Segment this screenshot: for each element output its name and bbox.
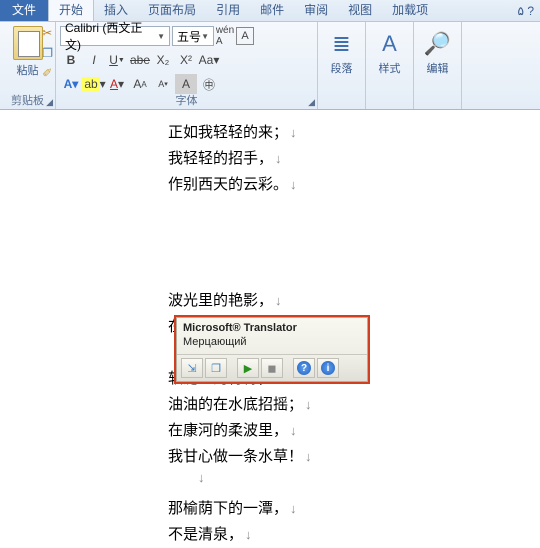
styles-button[interactable]: А 样式 bbox=[370, 24, 409, 76]
font-color-button[interactable]: A▾ bbox=[106, 74, 128, 94]
superscript-button[interactable]: X² bbox=[175, 50, 197, 70]
tab-insert[interactable]: 插入 bbox=[94, 0, 138, 21]
translator-help-button[interactable]: ? bbox=[293, 358, 315, 378]
text-line[interactable]: 作别西天的云彩。↓ bbox=[168, 172, 540, 198]
text-line[interactable]: 在康河的柔波里，↓ bbox=[168, 418, 540, 444]
paragraph-mark-icon: ↓ bbox=[290, 177, 297, 192]
translator-play-button[interactable]: ▶ bbox=[237, 358, 259, 378]
character-shading-button[interactable]: A bbox=[175, 74, 197, 94]
translator-stop-button[interactable]: ◼ bbox=[261, 358, 283, 378]
chevron-down-icon: ▼ bbox=[157, 32, 165, 41]
help-icon: ? bbox=[297, 361, 311, 375]
paragraph-icon: ≣ bbox=[332, 28, 350, 60]
paragraph-mark-icon: ↓ bbox=[290, 125, 297, 140]
info-icon: i bbox=[321, 361, 335, 375]
paragraph-mark-icon: ↓ bbox=[275, 151, 282, 166]
tab-references[interactable]: 引用 bbox=[206, 0, 250, 21]
grow-font-button[interactable]: AA bbox=[129, 74, 151, 94]
translator-toolbar: ⇲ ❐ ▶ ◼ ? i bbox=[177, 354, 367, 381]
underline-button[interactable]: U▼ bbox=[106, 50, 128, 70]
phonetic-guide-button[interactable]: wénA bbox=[216, 27, 234, 45]
help-icon[interactable]: ۵ ? bbox=[512, 1, 540, 21]
font-size-value: 五号 bbox=[177, 28, 201, 45]
cut-icon[interactable]: ✂ bbox=[42, 26, 53, 40]
change-case-button[interactable]: Aa▾ bbox=[198, 50, 220, 70]
font-label: 字体 bbox=[176, 95, 198, 107]
text-line[interactable]: 不是清泉，↓ bbox=[168, 522, 540, 548]
highlight-button[interactable]: ab▾ bbox=[83, 74, 105, 94]
tab-mail[interactable]: 邮件 bbox=[250, 0, 294, 21]
paragraph-mark-icon: ↓ bbox=[305, 449, 312, 464]
text-line[interactable]: 波光里的艳影，↓ bbox=[168, 288, 540, 314]
translator-popup: Microsoft® Translator Мерцающий ⇲ ❐ ▶ ◼ … bbox=[174, 315, 370, 384]
shrink-font-button[interactable]: A▾ bbox=[152, 74, 174, 94]
translator-copy-button[interactable]: ❐ bbox=[205, 358, 227, 378]
styles-label: 样式 bbox=[379, 60, 401, 76]
translator-title: Microsoft® Translator bbox=[177, 318, 367, 334]
bold-button[interactable]: B bbox=[60, 50, 82, 70]
paragraph-mark-icon: ↓ bbox=[275, 293, 282, 308]
editing-label: 编辑 bbox=[427, 60, 449, 76]
styles-icon: А bbox=[382, 28, 397, 60]
enclose-characters-button[interactable]: ㊥ bbox=[198, 74, 220, 94]
group-editing: 🔎 编辑 bbox=[414, 22, 462, 109]
play-icon: ▶ bbox=[244, 362, 252, 375]
text-line[interactable]: 油油的在水底招摇；↓ bbox=[168, 392, 540, 418]
paragraph-mark-icon: ↓ bbox=[290, 423, 297, 438]
font-launcher-icon[interactable]: ◢ bbox=[308, 97, 315, 108]
stop-icon: ◼ bbox=[267, 362, 276, 375]
copy-icon[interactable]: ❐ bbox=[42, 46, 53, 60]
group-paragraph: ≣ 段落 bbox=[318, 22, 366, 109]
format-painter-icon[interactable]: ✐ bbox=[42, 66, 53, 80]
tab-view[interactable]: 视图 bbox=[338, 0, 382, 21]
paragraph-mark-icon: ↓ bbox=[290, 501, 297, 516]
empty-line[interactable]: ↓ bbox=[168, 470, 540, 496]
text-effects-button[interactable]: A▾ bbox=[60, 74, 82, 94]
paragraph-button[interactable]: ≣ 段落 bbox=[322, 24, 361, 76]
strikethrough-button[interactable]: abe bbox=[129, 50, 151, 70]
paragraph-label: 段落 bbox=[331, 60, 353, 76]
tab-file[interactable]: 文件 bbox=[0, 0, 48, 21]
chevron-down-icon: ▼ bbox=[201, 32, 209, 41]
find-icon: 🔎 bbox=[424, 28, 451, 60]
paragraph-mark-icon: ↓ bbox=[305, 397, 312, 412]
paragraph-mark-icon: ↓ bbox=[245, 527, 252, 542]
text-line[interactable]: 我甘心做一条水草！↓ bbox=[168, 444, 540, 470]
tab-review[interactable]: 审阅 bbox=[294, 0, 338, 21]
tab-addins[interactable]: 加载项 bbox=[382, 0, 438, 21]
editing-button[interactable]: 🔎 编辑 bbox=[418, 24, 457, 76]
expand-icon: ⇲ bbox=[187, 362, 196, 375]
clipboard-label: 剪贴板 bbox=[11, 95, 44, 107]
clipboard-launcher-icon[interactable]: ◢ bbox=[46, 97, 53, 108]
font-name-combo[interactable]: Calibri (西文正文)▼ bbox=[60, 26, 170, 46]
paste-label: 粘贴 bbox=[17, 62, 39, 78]
group-font: Calibri (西文正文)▼ 五号▼ wénA A B I U▼ abe X₂… bbox=[56, 22, 318, 109]
subscript-button[interactable]: X₂ bbox=[152, 50, 174, 70]
paste-icon bbox=[13, 26, 43, 60]
text-line[interactable]: 我轻轻的招手，↓ bbox=[168, 146, 540, 172]
group-styles: А 样式 bbox=[366, 22, 414, 109]
translator-info-button[interactable]: i bbox=[317, 358, 339, 378]
italic-button[interactable]: I bbox=[83, 50, 105, 70]
translator-result: Мерцающий bbox=[177, 334, 367, 354]
document-area: 正如我轻轻的来；↓ 我轻轻的招手，↓ 作别西天的云彩。↓ 波光里的艳影，↓ 在我… bbox=[0, 110, 540, 539]
group-clipboard: 粘贴 ✂ ❐ ✐ 剪贴板◢ bbox=[0, 22, 56, 109]
copy-icon: ❐ bbox=[211, 362, 221, 375]
translator-expand-button[interactable]: ⇲ bbox=[181, 358, 203, 378]
tab-layout[interactable]: 页面布局 bbox=[138, 0, 206, 21]
text-line[interactable]: 那榆荫下的一潭，↓ bbox=[168, 496, 540, 522]
font-size-combo[interactable]: 五号▼ bbox=[172, 26, 214, 46]
tab-home[interactable]: 开始 bbox=[48, 0, 94, 21]
text-line[interactable]: 正如我轻轻的来；↓ bbox=[168, 120, 540, 146]
character-border-button[interactable]: A bbox=[236, 27, 254, 45]
